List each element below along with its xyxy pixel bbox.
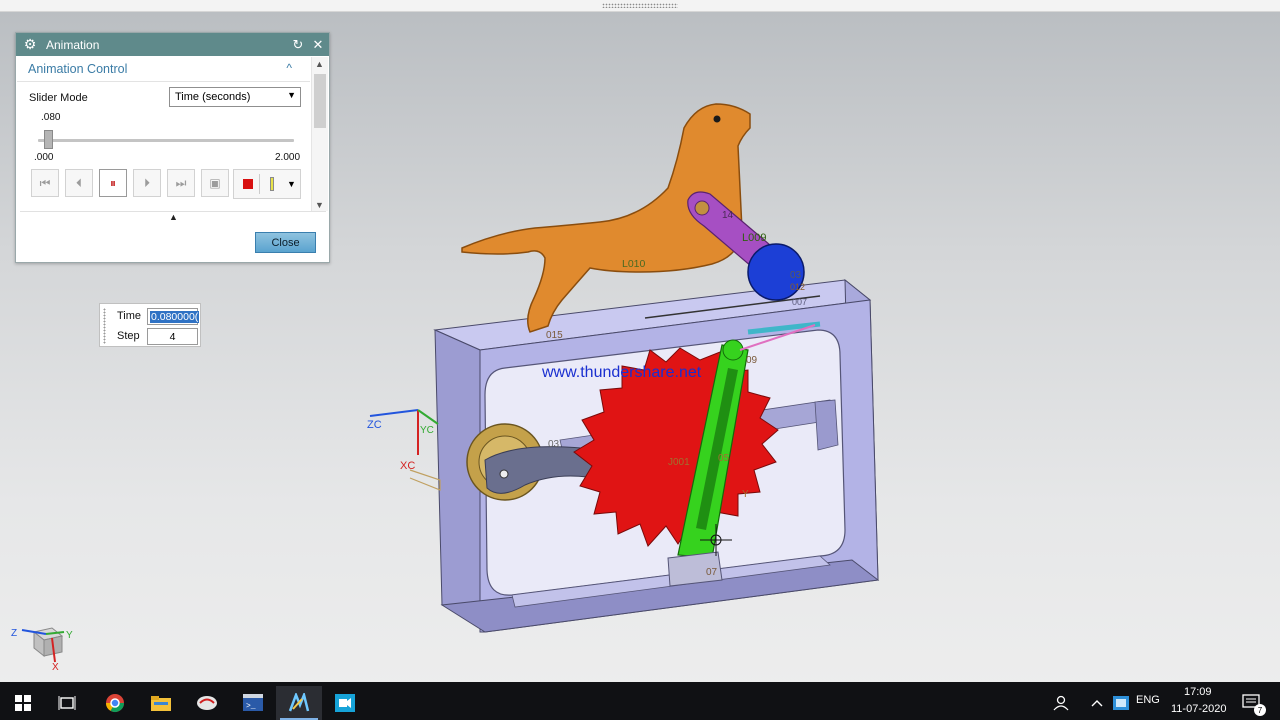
toolbar-grip-handle[interactable] — [602, 3, 678, 8]
label-09: 09 — [746, 355, 758, 366]
time-slider-thumb[interactable] — [43, 130, 53, 149]
slider-min-value: .000 — [34, 152, 54, 163]
label-03-wheel: 03 — [790, 270, 802, 281]
chrome-icon[interactable] — [92, 686, 138, 720]
view-triad[interactable]: Z Y X — [11, 627, 73, 673]
label-012: 012 — [790, 282, 805, 292]
chevron-down-icon[interactable]: ▼ — [287, 179, 296, 189]
reset-icon[interactable]: ↻ — [289, 36, 307, 54]
label-07: 07 — [706, 567, 718, 578]
clock-date[interactable]: 11-07-2020 — [1171, 703, 1226, 715]
playback-option-icon[interactable] — [259, 174, 281, 194]
clock-time[interactable]: 17:09 — [1184, 686, 1212, 698]
people-icon[interactable] — [1040, 686, 1084, 720]
watermark-text: www.thundershare.net — [541, 364, 702, 381]
triad-y-label: Y — [66, 630, 73, 641]
svg-text:>_: >_ — [246, 702, 256, 711]
file-explorer-icon[interactable] — [138, 686, 184, 720]
rewind-to-start-button[interactable]: ⏮ — [31, 169, 59, 197]
dialog-scrollbar[interactable]: ▲ ▼ — [311, 57, 328, 211]
step-label: Step — [117, 330, 140, 342]
top-toolbar-strip — [0, 0, 1280, 12]
slider-max-value: 2.000 — [275, 152, 301, 163]
tray-app-icon[interactable] — [1108, 686, 1134, 720]
label-007: 007 — [792, 297, 807, 307]
chevron-down-icon: ▼ — [287, 90, 296, 100]
stop-icon[interactable] — [243, 179, 253, 189]
powershell-icon[interactable]: >_ — [230, 686, 276, 720]
task-view-icon[interactable] — [44, 686, 90, 720]
screen-recorder-icon[interactable] — [322, 686, 368, 720]
widget-grip-handle[interactable] — [103, 308, 106, 344]
label-l010: L010 — [622, 258, 646, 270]
nx-cad-icon[interactable] — [276, 686, 322, 720]
triangle-up-icon[interactable]: ▲ — [169, 212, 178, 222]
scrollbar-thumb[interactable] — [314, 74, 326, 128]
slider-current-value: .080 — [41, 112, 61, 123]
triad-z-label: Z — [11, 628, 17, 639]
app-icon-bird[interactable] — [184, 686, 230, 720]
time-value: 0.080000( — [150, 310, 200, 323]
time-input[interactable]: 0.080000( — [147, 308, 200, 325]
label-05: 05 — [718, 453, 730, 464]
dialog-title: Animation — [46, 37, 100, 52]
axis-zc-label: ZC — [367, 419, 382, 431]
label-03-link: 03 — [548, 439, 560, 450]
scroll-down-icon[interactable]: ▼ — [315, 200, 324, 210]
label-j001: J001 — [668, 457, 690, 468]
notification-icon[interactable]: 7 — [1232, 686, 1272, 720]
label-y: Y — [742, 489, 749, 500]
camera-icon[interactable]: ▣ — [201, 169, 229, 197]
transport-controls: ⏮ ⏴ ⏸ ⏵ ⏭ ▣ — [31, 169, 235, 199]
close-icon[interactable]: ✕ — [309, 36, 327, 54]
scroll-up-icon[interactable]: ▲ — [315, 59, 324, 69]
axis-xc-label: XC — [400, 460, 415, 472]
taskbar: >_ ENG 17:09 11-07-2020 7 — [0, 682, 1280, 720]
label-14: 14 — [722, 210, 734, 221]
fast-forward-to-end-button[interactable]: ⏭ — [167, 169, 195, 197]
windows-start-icon[interactable] — [0, 686, 46, 720]
slider-mode-label: Slider Mode — [29, 92, 88, 104]
time-step-widget: Time 0.080000( Step 4 — [99, 303, 201, 347]
slider-mode-value: Time (seconds) — [175, 91, 251, 103]
model-csys: ZC YC XC — [367, 409, 441, 491]
time-slider-track[interactable] — [38, 139, 294, 142]
step-forward-button[interactable]: ⏵ — [133, 169, 161, 197]
triad-x-label: X — [52, 662, 59, 673]
dialog-expander[interactable]: ▲ — [20, 211, 326, 225]
pause-button[interactable]: ⏸ — [99, 169, 127, 197]
chevron-up-icon[interactable] — [1084, 686, 1110, 720]
animation-dialog: ⚙ Animation ↻ ✕ Animation Control ^ Slid… — [15, 32, 330, 263]
chevron-up-icon[interactable]: ^ — [286, 61, 292, 75]
close-button[interactable]: Close — [255, 232, 316, 253]
animation-control-group[interactable]: Animation Control ^ — [17, 57, 310, 82]
slider-mode-select[interactable]: Time (seconds) ▼ — [169, 87, 301, 107]
language-indicator[interactable]: ENG — [1136, 694, 1160, 706]
step-input[interactable]: 4 — [147, 328, 198, 345]
label-l009: L009 — [742, 232, 766, 244]
label-015: 015 — [546, 330, 563, 341]
axis-yc-label: YC — [420, 425, 434, 436]
gear-icon: ⚙ — [23, 36, 37, 52]
step-back-button[interactable]: ⏴ — [65, 169, 93, 197]
time-label: Time — [117, 310, 142, 322]
notification-count-badge: 7 — [1254, 704, 1266, 716]
group-title: Animation Control — [28, 62, 128, 76]
dialog-title-bar[interactable]: ⚙ Animation ↻ ✕ — [16, 33, 329, 56]
stop-options-button[interactable]: ▼ — [233, 169, 301, 199]
